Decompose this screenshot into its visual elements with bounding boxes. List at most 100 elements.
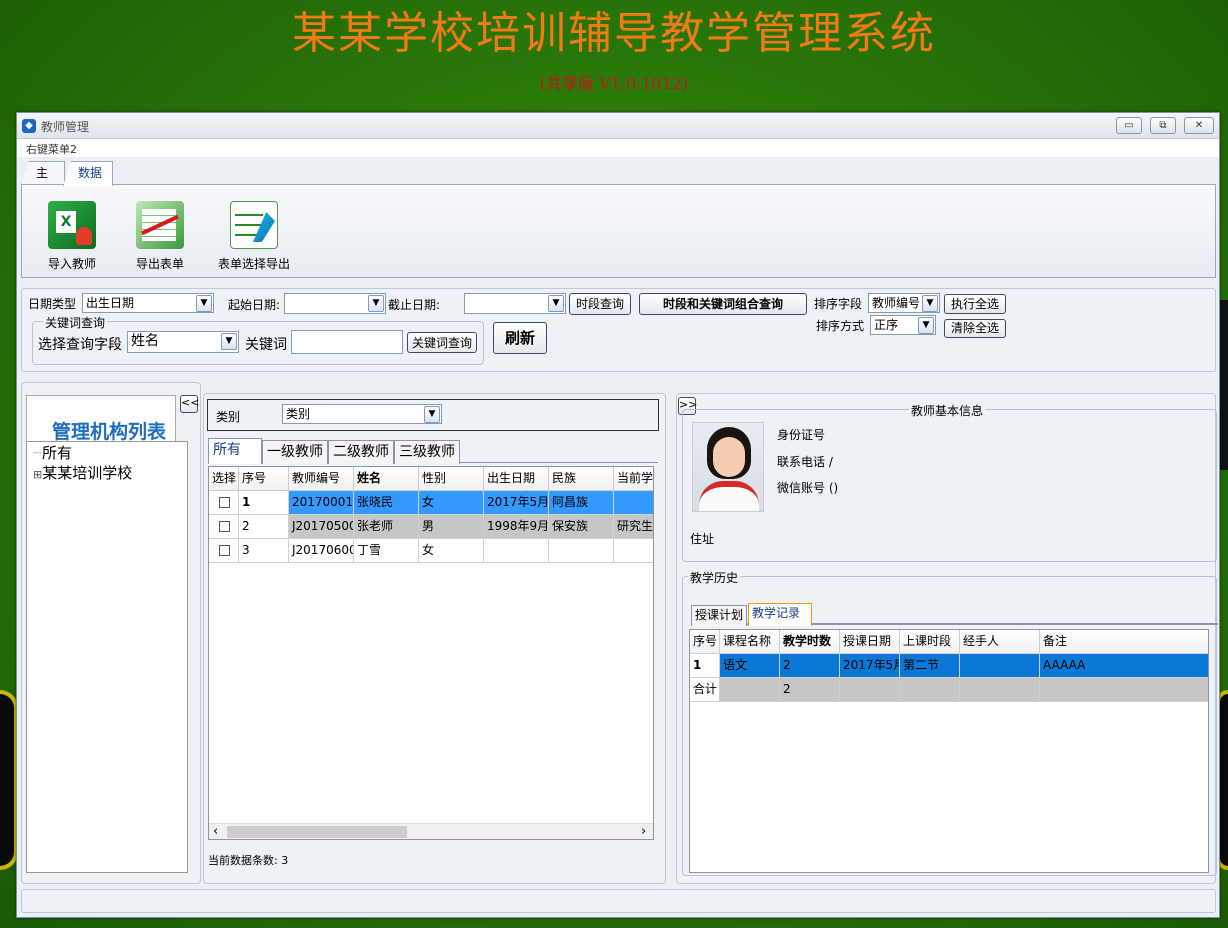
- classify-box: 类别 类别 ▼: [207, 399, 659, 431]
- ribbon-tabs: 主页 数据: [21, 161, 1216, 186]
- phone-label: 联系电话 /: [777, 455, 833, 469]
- select-export-button[interactable]: 表单选择导出: [212, 201, 296, 272]
- menu-item-right-click[interactable]: 右键菜单2: [26, 141, 77, 157]
- wechat-label: 微信账号 (): [777, 481, 839, 495]
- sort-field-select[interactable]: 教师编号 ▼: [868, 293, 940, 313]
- column-header[interactable]: 教师编号: [289, 467, 354, 491]
- tab-all[interactable]: 所有: [208, 438, 262, 464]
- cell-name: 张晓民: [354, 491, 419, 515]
- sort-order-select[interactable]: 正序 ▼: [870, 315, 936, 335]
- column-header[interactable]: 民族: [549, 467, 614, 491]
- classify-select[interactable]: 类别 ▼: [282, 404, 442, 424]
- scroll-right-icon[interactable]: ›: [641, 824, 646, 839]
- app-version: (共享版 V1.0.1012): [539, 74, 689, 93]
- select-all-button[interactable]: 执行全选: [944, 294, 1006, 314]
- tab-level-1[interactable]: 一级教师: [262, 440, 328, 464]
- cell-gender: 女: [419, 539, 484, 563]
- column-header[interactable]: 姓名: [354, 467, 419, 491]
- scrollbar-thumb[interactable]: [227, 826, 407, 838]
- tab-level-3[interactable]: 三级教师: [394, 440, 460, 464]
- cell-hours: 2: [780, 654, 840, 678]
- cell-id: 20170001: [289, 491, 354, 515]
- horizontal-scrollbar[interactable]: ‹ ›: [209, 823, 653, 839]
- tab-home[interactable]: 主页: [21, 161, 65, 185]
- cell-index: 1: [690, 654, 720, 678]
- table-row[interactable]: 1 20170001 张晓民 女 2017年5月 阿昌族: [209, 491, 653, 515]
- column-header[interactable]: 性别: [419, 467, 484, 491]
- table-row[interactable]: 2 J20170500 张老师 男 1998年9月 保安族 研究生: [209, 515, 653, 539]
- collapse-left-button[interactable]: <<: [180, 395, 199, 413]
- date-type-select[interactable]: 出生日期 ▼: [82, 293, 214, 313]
- cell-name: 张老师: [354, 515, 419, 539]
- import-teacher-label: 导入教师: [47, 257, 96, 271]
- tab-data[interactable]: 数据: [63, 161, 113, 186]
- cell-remark: AAAAA: [1040, 654, 1208, 678]
- total-handler: [960, 678, 1040, 702]
- column-header[interactable]: 当前学: [614, 467, 653, 491]
- chevron-down-icon: ▼: [196, 295, 212, 312]
- category-tabs: 所有 一级教师 二级教师 三级教师: [208, 435, 658, 464]
- combined-query-button[interactable]: 时段和关键词组合查询: [639, 293, 807, 315]
- end-date-picker[interactable]: ▼: [464, 293, 566, 314]
- checkbox[interactable]: [219, 521, 230, 532]
- tree-item-school[interactable]: ⊞某某培训学校: [33, 462, 132, 483]
- column-header[interactable]: 备注: [1040, 630, 1208, 654]
- clear-all-button[interactable]: 清除全选: [944, 319, 1006, 338]
- keyword-label: 关键词: [245, 337, 287, 353]
- minimize-button[interactable]: ▭: [1116, 117, 1142, 134]
- scroll-left-icon[interactable]: ‹: [213, 824, 218, 839]
- tab-lesson-plan[interactable]: 授课计划: [691, 605, 747, 626]
- chevron-down-icon: ▼: [368, 295, 384, 312]
- cell-index: 2: [239, 515, 289, 539]
- import-teacher-button[interactable]: X 导入教师: [44, 201, 100, 272]
- sort-order-label: 排序方式: [816, 319, 865, 333]
- column-header[interactable]: 选择: [209, 467, 239, 491]
- start-date-picker[interactable]: ▼: [284, 293, 386, 314]
- cell-birth: 1998年9月: [484, 515, 549, 539]
- cell-course: 语文: [720, 654, 780, 678]
- field-label: 选择查询字段: [38, 337, 122, 353]
- column-header[interactable]: 序号: [690, 630, 720, 654]
- row-checkbox[interactable]: [209, 491, 239, 515]
- sort-order-value: 正序: [874, 318, 899, 332]
- column-header[interactable]: 出生日期: [484, 467, 549, 491]
- column-header[interactable]: 序号: [239, 467, 289, 491]
- table-row[interactable]: 1 语文 2 2017年5月 第二节 AAAAA: [690, 654, 1208, 678]
- query-field-select[interactable]: 姓名 ▼: [127, 331, 239, 353]
- checkbox[interactable]: [219, 545, 230, 556]
- column-header[interactable]: 授课日期: [840, 630, 900, 654]
- window-titlebar[interactable]: ◆ 教师管理 ▭ ⧉ ✕: [17, 113, 1219, 139]
- cell-index: 1: [239, 491, 289, 515]
- ribbon-panel: X 导入教师 导出表单 表单选择导出: [21, 184, 1216, 278]
- teacher-detail-panel: >> 教师基本信息 身份证号 联系电话 / 微信账号 () 住址 教学历史 授课…: [676, 393, 1218, 884]
- keyword-input[interactable]: [291, 330, 403, 354]
- row-checkbox[interactable]: [209, 515, 239, 539]
- total-period: [900, 678, 960, 702]
- tab-level-2[interactable]: 二级教师: [328, 440, 394, 464]
- expand-icon[interactable]: ⊞: [33, 468, 42, 481]
- tab-teaching-record[interactable]: 教学记录: [748, 603, 812, 626]
- teacher-grid-header: 选择 序号 教师编号 姓名 性别 出生日期 民族 当前学: [209, 467, 653, 491]
- cell-current: 研究生: [614, 515, 653, 539]
- checkbox[interactable]: [219, 497, 230, 508]
- teaching-history-title: 教学历史: [688, 569, 741, 586]
- total-label: 合计: [690, 678, 720, 702]
- tree-item-all[interactable]: ┈所有: [33, 442, 72, 463]
- end-date-label: 截止日期:: [388, 298, 441, 312]
- row-checkbox[interactable]: [209, 539, 239, 563]
- keyword-query-button[interactable]: 关键词查询: [407, 332, 477, 353]
- close-button[interactable]: ✕: [1184, 117, 1214, 134]
- column-header[interactable]: 教学时数: [780, 630, 840, 654]
- period-query-button[interactable]: 时段查询: [569, 293, 631, 315]
- column-header[interactable]: 课程名称: [720, 630, 780, 654]
- restore-button[interactable]: ⧉: [1150, 117, 1176, 134]
- table-row[interactable]: 3 J20170600 丁雪 女: [209, 539, 653, 563]
- column-header[interactable]: 经手人: [960, 630, 1040, 654]
- total-course: [720, 678, 780, 702]
- export-form-button[interactable]: 导出表单: [132, 201, 188, 272]
- id-card-label: 身份证号: [777, 428, 826, 442]
- refresh-button[interactable]: 刷新: [493, 322, 547, 354]
- column-header[interactable]: 上课时段: [900, 630, 960, 654]
- cell-period: 第二节: [900, 654, 960, 678]
- teacher-info-title: 教师基本信息: [909, 402, 986, 419]
